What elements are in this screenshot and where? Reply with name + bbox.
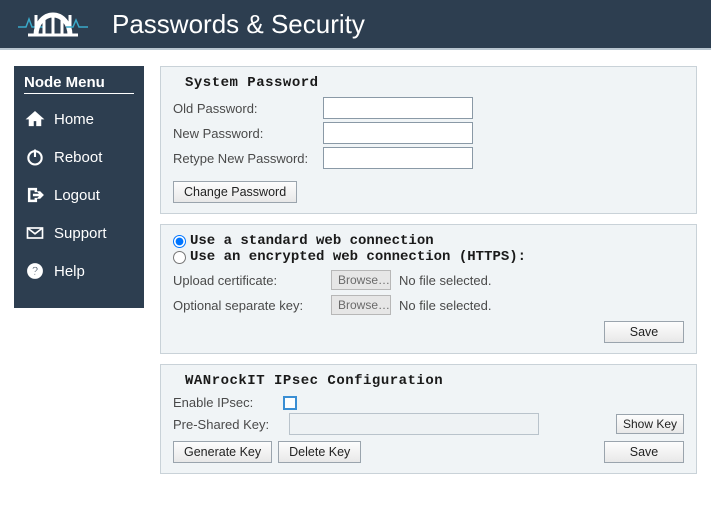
retype-password-label: Retype New Password:	[173, 151, 323, 166]
upload-certificate-label: Upload certificate:	[173, 273, 323, 288]
psk-label: Pre-Shared Key:	[173, 417, 283, 432]
radio-encrypted-label: Use an encrypted web connection (HTTPS):	[190, 249, 526, 265]
logo-bridge-icon	[18, 5, 88, 43]
sidebar-item-label: Logout	[54, 187, 100, 204]
page-title: Passwords & Security	[112, 9, 365, 40]
home-icon	[24, 108, 46, 130]
connection-panel: Use a standard web connection Use an enc…	[160, 224, 697, 354]
power-icon	[24, 146, 46, 168]
sidebar-item-label: Reboot	[54, 149, 102, 166]
logout-icon	[24, 184, 46, 206]
sidebar-item-label: Help	[54, 263, 85, 280]
sidebar-item-home[interactable]: Home	[24, 100, 134, 138]
certificate-file-status: No file selected.	[399, 273, 492, 288]
new-password-label: New Password:	[173, 126, 323, 141]
system-password-panel: System Password Old Password: New Passwo…	[160, 66, 697, 214]
browse-key-button[interactable]: Browse…	[331, 295, 391, 315]
sidebar-item-logout[interactable]: Logout	[24, 176, 134, 214]
generate-key-button[interactable]: Generate Key	[173, 441, 272, 463]
sidebar-item-reboot[interactable]: Reboot	[24, 138, 134, 176]
psk-input[interactable]	[289, 413, 539, 435]
help-icon: ?	[24, 260, 46, 282]
connection-save-button[interactable]: Save	[604, 321, 684, 343]
optional-key-label: Optional separate key:	[173, 298, 323, 313]
sidebar: Node Menu Home Reboot Logout Support	[14, 66, 144, 308]
sidebar-item-help[interactable]: ? Help	[24, 252, 134, 290]
radio-encrypted-connection[interactable]	[173, 251, 186, 264]
enable-ipsec-checkbox[interactable]	[283, 396, 297, 410]
svg-text:?: ?	[31, 265, 38, 278]
old-password-input[interactable]	[323, 97, 473, 119]
enable-ipsec-label: Enable IPsec:	[173, 395, 283, 410]
sidebar-item-support[interactable]: Support	[24, 214, 134, 252]
new-password-input[interactable]	[323, 122, 473, 144]
change-password-button[interactable]: Change Password	[173, 181, 297, 203]
header: Passwords & Security	[0, 0, 711, 50]
ipsec-panel: WANrockIT IPsec Configuration Enable IPs…	[160, 364, 697, 474]
old-password-label: Old Password:	[173, 101, 323, 116]
delete-key-button[interactable]: Delete Key	[278, 441, 361, 463]
main-content: System Password Old Password: New Passwo…	[160, 66, 697, 474]
ipsec-heading: WANrockIT IPsec Configuration	[173, 373, 684, 389]
envelope-icon	[24, 222, 46, 244]
radio-standard-label: Use a standard web connection	[190, 233, 434, 249]
system-password-heading: System Password	[173, 75, 684, 91]
sidebar-item-label: Home	[54, 111, 94, 128]
show-key-button[interactable]: Show Key	[616, 414, 684, 434]
radio-standard-connection[interactable]	[173, 235, 186, 248]
sidebar-item-label: Support	[54, 225, 107, 242]
key-file-status: No file selected.	[399, 298, 492, 313]
sidebar-title: Node Menu	[24, 72, 134, 94]
ipsec-save-button[interactable]: Save	[604, 441, 684, 463]
retype-password-input[interactable]	[323, 147, 473, 169]
browse-certificate-button[interactable]: Browse…	[331, 270, 391, 290]
